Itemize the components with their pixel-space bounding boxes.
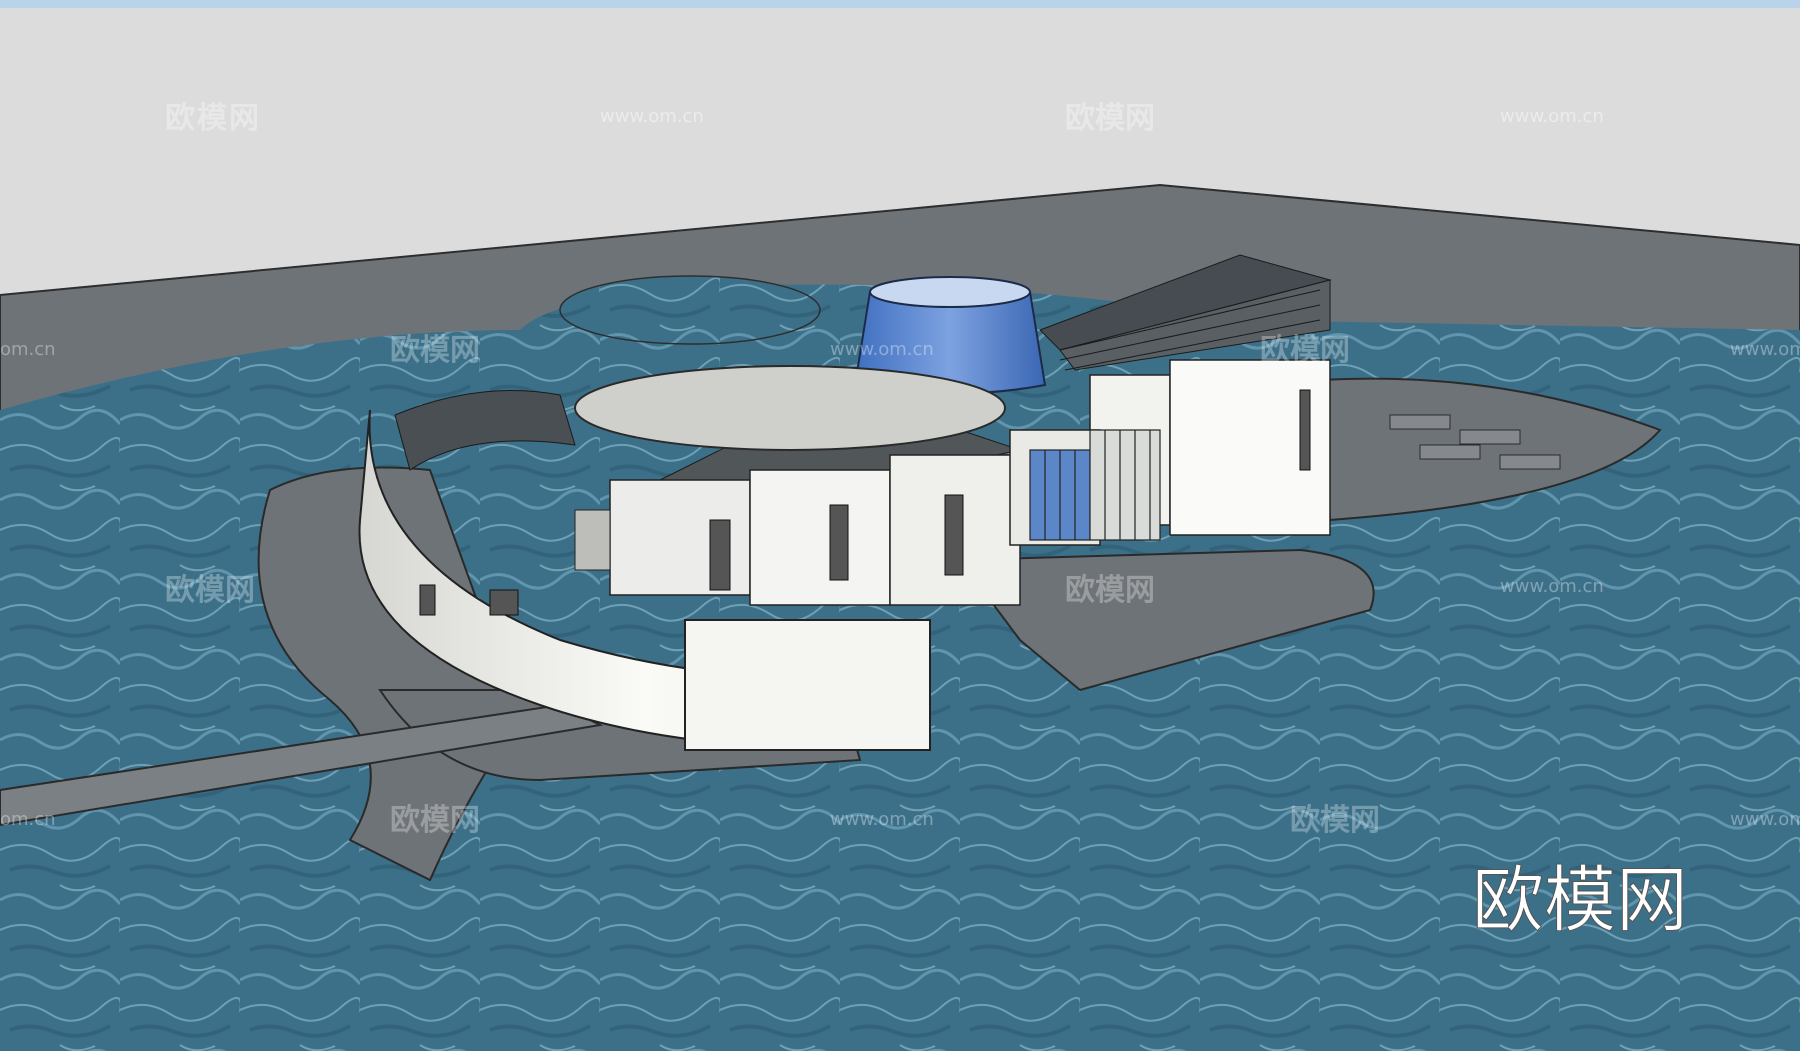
glass-cone-top [869,276,1031,308]
watermark-brand-4: 欧模网 [1260,333,1350,368]
watermark-url-6: www.om.cn [1500,576,1604,597]
watermark-url-2: www.om.cn [1500,106,1604,127]
watermark-brand-2: 欧模网 [1065,101,1155,136]
watermark-brand-1: 欧模网 [165,101,261,136]
side-opening [574,509,611,571]
watermark-brand-8: 欧模网 [1290,803,1380,838]
watermark-url-9: www.om.cn [1730,809,1800,830]
watermark-url-5: www.om.cn [1730,339,1800,360]
watermark-brand-3: 欧模网 [390,333,480,368]
back-pond [559,275,821,345]
watermark-url-8: www.om.cn [830,809,934,830]
watermark-url-7: om.cn [0,809,56,830]
central-court [574,365,1006,451]
watermark-url-3: om.cn [0,339,56,360]
front-wall-panel [684,619,931,751]
watermark-brand-7: 欧模网 [390,803,480,838]
sketchup-scene: 欧模网 www.om.cn 欧模网 www.om.cn om.cn 欧模网 ww… [0,0,1800,1051]
watermark-url-1: www.om.cn [600,106,704,127]
watermark-brand-5: 欧模网 [165,573,255,608]
watermark-brand-6: 欧模网 [1065,573,1155,608]
top-strip [0,0,1800,8]
watermark-url-4: www.om.cn [830,339,934,360]
watermark-large: 欧模网 [1472,858,1688,942]
